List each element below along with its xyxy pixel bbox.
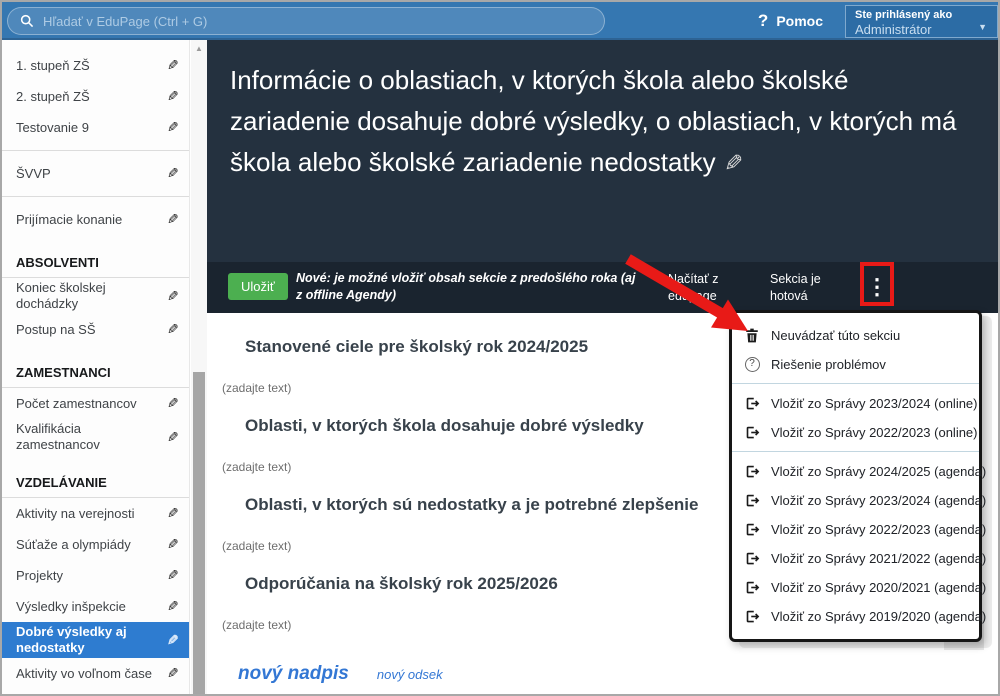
sidebar-item-prijimacie-konanie[interactable]: Prijímacie konanie ✎ [2,204,189,235]
section-options-menu: Neuvádzať túto sekciu ? Riešenie problém… [729,310,982,642]
edit-pencil-icon[interactable]: ✎ [167,665,179,682]
menu-item-label: Neuvádzať túto sekciu [771,328,900,343]
save-button[interactable]: Uložiť [228,273,288,300]
menu-item-insert-report-2024-2025-agenda[interactable]: Vložiť zo Správy 2024/2025 (agenda) [732,457,979,486]
section-options-kebab-icon[interactable]: ⋮ [861,267,893,307]
help-question-icon: ? [758,11,768,31]
menu-item-label: Vložiť zo Správy 2022/2023 (online) [771,425,978,440]
search-field[interactable] [7,7,605,35]
chevron-down-icon: ▼ [978,22,987,32]
new-paragraph-link[interactable]: nový odsek [377,667,443,682]
edit-pencil-icon[interactable]: ✎ [167,536,179,553]
edit-pencil-icon[interactable]: ✎ [167,119,179,136]
menu-item-insert-report-2020-2021-agenda[interactable]: Vložiť zo Správy 2020/2021 (agenda) [732,573,979,602]
sidebar-item-sutaze-a-olympiady[interactable]: Súťaže a olympiády ✎ [2,529,189,560]
menu-item-insert-report-2021-2022-agenda[interactable]: Vložiť zo Správy 2021/2022 (agenda) [732,544,979,573]
import-icon [744,425,760,441]
section-toolbar: Uložiť Nové: je možné vložiť obsah sekci… [207,262,998,313]
menu-item-label: Vložiť zo Správy 2023/2024 (agenda) [771,493,986,508]
menu-item-label: Vložiť zo Správy 2024/2025 (agenda) [771,464,986,479]
menu-divider [732,383,979,384]
sidebar-item-dobre-vysledky-aj-nedostatky[interactable]: Dobré výsledky aj nedostatky ✎ [2,622,189,658]
menu-item-omit-section[interactable]: Neuvádzať túto sekciu [732,321,979,350]
user-role-value: Administrátor [855,22,989,37]
edit-pencil-icon[interactable]: ✎ [167,288,179,305]
sidebar-item-vysledky-inspekcie[interactable]: Výsledky inšpekcie ✎ [2,591,189,622]
section-header: Informácie o oblastiach, v ktorých škola… [207,40,998,262]
scrollbar-thumb[interactable] [193,372,205,694]
sidebar-item-projekty[interactable]: Projekty ✎ [2,560,189,591]
trash-icon [744,328,760,344]
toolbar-note: Nové: je možné vložiť obsah sekcie z pre… [296,270,636,304]
new-heading-link[interactable]: nový nadpis [238,663,349,685]
page-title-text: Informácie o oblastiach, v ktorých škola… [230,65,956,177]
search-input[interactable] [43,14,592,29]
sidebar-item-koniec-skolskej-dochadzky[interactable]: Koniec školskej dochádzky ✎ [2,278,189,314]
help-button[interactable]: ? Pomoc [758,2,823,40]
import-icon [744,464,760,480]
logged-in-user-menu[interactable]: Ste prihlásený ako Administrátor ▼ [845,5,998,38]
menu-divider [732,451,979,452]
edit-pencil-icon[interactable]: ✎ [167,88,179,105]
menu-item-insert-report-2022-2023-online[interactable]: Vložiť zo Správy 2022/2023 (online) [732,418,979,447]
menu-item-insert-report-2019-2020-agenda[interactable]: Vložiť zo Správy 2019/2020 (agenda) [732,602,979,631]
import-icon [744,396,760,412]
edit-pencil-icon[interactable]: ✎ [167,57,179,74]
logged-in-as-label: Ste prihlásený ako [855,8,989,22]
top-bar: ? Pomoc Ste prihlásený ako Administrátor… [2,2,998,40]
edit-pencil-icon[interactable]: ✎ [167,632,179,649]
sidebar-divider [2,150,189,151]
import-icon [744,522,760,538]
import-icon [744,609,760,625]
sidebar-section-header-vzdelavanie: VZDELÁVANIE [2,475,189,498]
edit-pencil-icon[interactable]: ✎ [167,395,179,412]
load-from-edupage-button[interactable]: Načítať z edupage [668,271,743,305]
section-done-toggle[interactable]: Sekcia je hotová [770,271,845,305]
sidebar-section-header-zamestnanci: ZAMESTNANCI [2,365,189,388]
import-icon [744,493,760,509]
sidebar-item-testovanie-9[interactable]: Testovanie 9 ✎ [2,112,189,143]
edit-pencil-icon[interactable]: ✎ [167,567,179,584]
sidebar-item-kvalifikacia-zamestnancov[interactable]: Kvalifikácia zamestnancov ✎ [2,419,189,455]
menu-item-insert-report-2022-2023-agenda[interactable]: Vložiť zo Správy 2022/2023 (agenda) [732,515,979,544]
sidebar-item-1-stupen-zs[interactable]: 1. stupeň ZŠ ✎ [2,50,189,81]
edit-pencil-icon[interactable]: ✎ [167,429,179,446]
question-icon: ? [744,357,760,373]
sidebar-item-aktivity-na-verejnosti[interactable]: Aktivity na verejnosti ✎ [2,498,189,529]
menu-item-label: Riešenie problémov [771,357,886,372]
menu-item-insert-report-2023-2024-online[interactable]: Vložiť zo Správy 2023/2024 (online) [732,389,979,418]
sidebar-item-postup-na-ss[interactable]: Postup na SŠ ✎ [2,314,189,345]
sidebar-divider [2,196,189,197]
import-icon [744,551,760,567]
sidebar-item-aktivity-vo-volnom-case[interactable]: Aktivity vo voľnom čase ✎ [2,658,189,689]
edupage-app-window: ? Pomoc Ste prihlásený ako Administrátor… [0,0,1000,696]
edit-pencil-icon[interactable]: ✎ [167,598,179,615]
import-icon [744,580,760,596]
sidebar-item-pocet-zamestnancov[interactable]: Počet zamestnancov ✎ [2,388,189,419]
scrollbar-up-arrow-icon[interactable]: ▲ [191,40,207,53]
sidebar-scrollbar[interactable]: ▲ [191,40,207,694]
edit-pencil-icon[interactable]: ✎ [167,165,179,182]
menu-item-troubleshooting[interactable]: ? Riešenie problémov [732,350,979,379]
menu-item-label: Vložiť zo Správy 2023/2024 (online) [771,396,978,411]
edit-pencil-icon[interactable]: ✎ [167,321,179,338]
sidebar-section-header-absolventi: ABSOLVENTI [2,255,189,278]
edit-title-pencil-icon[interactable]: ✎ [724,143,743,184]
menu-item-insert-report-2023-2024-agenda[interactable]: Vložiť zo Správy 2023/2024 (agenda) [732,486,979,515]
menu-item-label: Vložiť zo Správy 2020/2021 (agenda) [771,580,986,595]
edit-pencil-icon[interactable]: ✎ [167,211,179,228]
help-label: Pomoc [776,13,823,29]
search-icon [20,14,34,28]
sections-sidebar: 1. stupeň ZŠ ✎ 2. stupeň ZŠ ✎ Testovanie… [2,40,190,694]
edit-pencil-icon[interactable]: ✎ [167,505,179,522]
menu-item-label: Vložiť zo Správy 2019/2020 (agenda) [771,609,986,624]
sidebar-item-svvp[interactable]: ŠVVP ✎ [2,158,189,189]
sidebar-item-2-stupen-zs[interactable]: 2. stupeň ZŠ ✎ [2,81,189,112]
page-title: Informácie o oblastiach, v ktorých škola… [230,60,974,184]
menu-item-label: Vložiť zo Správy 2022/2023 (agenda) [771,522,986,537]
menu-item-label: Vložiť zo Správy 2021/2022 (agenda) [771,551,986,566]
add-content-links: nový nadpis nový odsek [238,663,998,685]
